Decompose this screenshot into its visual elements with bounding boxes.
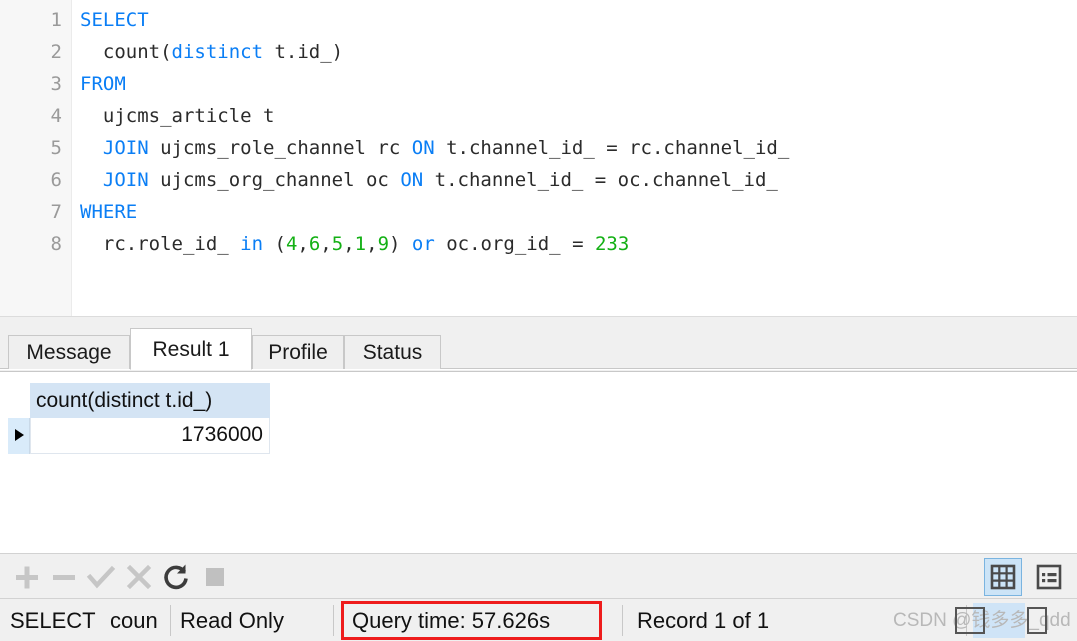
code-text: JOIN ujcms_role_channel rc ON t.channel_… <box>80 132 789 164</box>
code-line: 7 WHERE <box>0 196 1077 228</box>
code-token: 4 <box>285 233 298 255</box>
tab-profile[interactable]: Profile <box>252 335 344 369</box>
form-icon <box>1036 564 1062 590</box>
code-token: t.channel_id_ = oc.channel_id_ <box>423 169 778 191</box>
cross-icon <box>126 564 152 590</box>
code-text: count(distinct t.id_) <box>80 36 343 68</box>
code-line: 3 FROM <box>0 68 1077 100</box>
status-record-position: Record 1 of 1 <box>637 608 770 633</box>
code-token: JOIN <box>102 137 149 159</box>
line-number: 7 <box>50 201 62 223</box>
grid-cell-count-value[interactable]: 1736000 <box>30 418 270 454</box>
code-line: 6 JOIN ujcms_org_channel oc ON t.channel… <box>0 164 1077 196</box>
form-view-button[interactable] <box>1030 558 1068 596</box>
code-line: 2 count(distinct t.id_) <box>0 36 1077 68</box>
code-line: 4 ujcms_article t <box>0 100 1077 132</box>
code-token: distinct <box>171 41 264 63</box>
sql-code-area[interactable]: 1 SELECT 2 count(distinct t.id_) 3 FROM 4 ujc… <box>0 4 1077 260</box>
code-token: ujcms_role_channel rc <box>148 137 412 159</box>
code-token: , <box>297 233 309 255</box>
status-statement-detail: coun <box>110 608 158 633</box>
line-number: 2 <box>50 41 62 63</box>
line-number: 8 <box>50 233 62 255</box>
query-time-highlight-box <box>341 601 602 640</box>
line-number: 4 <box>50 105 62 127</box>
code-token: ujcms_org_channel oc <box>148 169 401 191</box>
delete-record-button[interactable] <box>49 562 79 592</box>
code-line: 1 SELECT <box>0 4 1077 36</box>
status-read-only: Read Only <box>180 608 284 633</box>
sql-editor[interactable]: 1 SELECT 2 count(distinct t.id_) 3 FROM 4 ujc… <box>0 0 1077 316</box>
tab-result-1[interactable]: Result 1 <box>130 328 252 370</box>
code-text: ujcms_article t <box>80 100 275 132</box>
code-token: WHERE <box>80 201 138 223</box>
tab-message[interactable]: Message <box>8 335 130 369</box>
line-number: 6 <box>50 169 62 191</box>
code-text: JOIN ujcms_org_channel oc ON t.channel_i… <box>80 164 778 196</box>
stop-button[interactable] <box>200 562 230 592</box>
code-token: rc.role_id_ <box>80 233 241 255</box>
refresh-icon <box>164 564 188 590</box>
code-token: 5 <box>331 233 344 255</box>
cancel-changes-button[interactable] <box>124 562 154 592</box>
grid-toolbar <box>0 553 1077 598</box>
code-token: ( <box>263 233 286 255</box>
apply-changes-button[interactable] <box>86 562 116 592</box>
grid-view-button[interactable] <box>984 558 1022 596</box>
status-divider-1 <box>170 605 171 636</box>
watermark-box-left <box>955 607 985 634</box>
code-token: count( <box>80 41 172 63</box>
code-token: , <box>343 233 355 255</box>
refresh-button[interactable] <box>161 562 191 592</box>
results-tab-bar: Message Result 1 Profile Status <box>0 328 1077 370</box>
plus-icon <box>16 566 38 589</box>
code-token: ON <box>411 137 435 159</box>
grid-icon <box>990 564 1016 590</box>
code-text: WHERE <box>80 196 137 228</box>
stop-icon <box>206 568 224 586</box>
line-number: 3 <box>50 73 62 95</box>
status-divider-3 <box>622 605 623 636</box>
code-token: or <box>411 233 435 255</box>
code-token: , <box>320 233 332 255</box>
code-token: , <box>366 233 378 255</box>
code-token: 1 <box>354 233 367 255</box>
grid-row-header[interactable] <box>8 418 30 454</box>
code-text: FROM <box>80 68 126 100</box>
code-token: 9 <box>377 233 390 255</box>
code-line: 5 JOIN ujcms_role_channel rc ON t.channe… <box>0 132 1077 164</box>
code-token: FROM <box>80 73 126 95</box>
code-token: 6 <box>308 233 321 255</box>
code-text: rc.role_id_ in (4,6,5,1,9) or oc.org_id_… <box>80 228 629 260</box>
code-token: oc.org_id_ = <box>434 233 595 255</box>
status-statement: SELECT <box>10 608 96 633</box>
line-number: 1 <box>50 9 62 31</box>
code-token: JOIN <box>102 169 149 191</box>
code-line: 8 rc.role_id_ in (4,6,5,1,9) or oc.org_i… <box>0 228 1077 260</box>
code-token: ujcms_article t <box>80 105 275 127</box>
minus-icon <box>53 575 75 580</box>
check-icon <box>86 565 116 589</box>
code-token: in <box>240 233 264 255</box>
grid-column-header[interactable]: count(distinct t.id_) <box>30 383 270 418</box>
watermark-box-right <box>1027 607 1047 634</box>
code-token: ON <box>400 169 424 191</box>
add-record-button[interactable] <box>12 562 42 592</box>
result-grid[interactable]: count(distinct t.id_) 1736000 <box>0 371 1077 553</box>
status-divider-2 <box>333 605 334 636</box>
tab-status[interactable]: Status <box>344 335 441 369</box>
code-token: ) <box>389 233 412 255</box>
code-token: t.id_) <box>263 41 344 63</box>
code-token: t.channel_id_ = rc.channel_id_ <box>434 137 790 159</box>
code-token: 233 <box>594 233 630 255</box>
sql-client-window: 1 SELECT 2 count(distinct t.id_) 3 FROM 4 ujc… <box>0 0 1077 641</box>
code-token: SELECT <box>80 9 149 31</box>
current-row-marker-icon <box>15 429 24 441</box>
line-number: 5 <box>50 137 62 159</box>
code-text: SELECT <box>80 4 149 36</box>
